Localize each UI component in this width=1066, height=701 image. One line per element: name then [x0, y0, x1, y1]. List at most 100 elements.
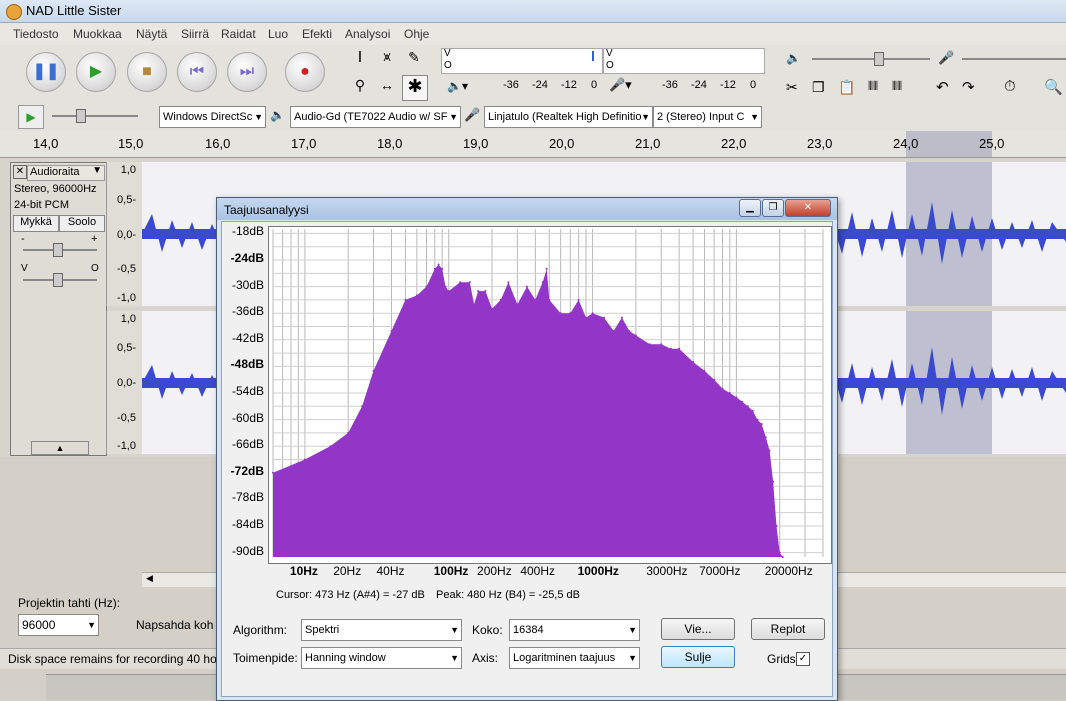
menu-analyze[interactable]: Analysoi: [345, 27, 390, 41]
gain-plus-label: +: [91, 233, 98, 245]
track-info-bits: 24-bit PCM: [14, 199, 70, 211]
menu-transport[interactable]: Siirrä: [181, 27, 209, 41]
ruler-label: 14,0: [33, 136, 59, 151]
envelope-tool-icon[interactable]: ⩙: [375, 49, 399, 71]
spectrum-point: [361, 405, 364, 408]
stop-button[interactable]: ■: [127, 52, 167, 92]
algorithm-select[interactable]: Spektri ▼: [301, 619, 462, 641]
track-collapse-button[interactable]: ▲: [31, 441, 89, 455]
close-button[interactable]: Sulje: [661, 646, 735, 668]
ruler-label: 24,0: [893, 136, 919, 151]
timeline-ruler[interactable]: 14,0 15,0 16,0 17,0 18,0 19,0 20,0 21,0 …: [0, 131, 1066, 158]
track-name-menu[interactable]: Audioraita ▼: [27, 165, 105, 181]
solo-button[interactable]: Soolo: [59, 215, 105, 232]
pan-slider-thumb[interactable]: [53, 273, 63, 287]
scale-label: 1,0: [120, 313, 136, 325]
sync-lock-icon[interactable]: ⏱: [1004, 78, 1016, 95]
input-device-select[interactable]: Linjatulo (Realtek High Definitio ▼: [484, 106, 653, 128]
axis-select[interactable]: Logaritminen taajuus ▼: [509, 647, 640, 669]
timeshift-tool-icon[interactable]: ↔: [375, 77, 399, 99]
toolbar: ❚❚ ▶ ■ ⏮ ⏭ ● I ⩙ ✎ ⚲ ↔ ✱ V O V O 🔈▾ -36 …: [0, 45, 1066, 131]
spectrum-point: [703, 369, 706, 372]
x-tick-label: 200Hz: [477, 564, 512, 578]
menu-effect[interactable]: Efekti: [302, 27, 332, 41]
pan-slider[interactable]: [23, 273, 97, 287]
input-volume-slider[interactable]: [962, 58, 1066, 60]
rec-meter-tick: -24: [691, 79, 707, 91]
spectrum-point: [772, 480, 775, 483]
redo-icon[interactable]: ↷: [962, 78, 975, 96]
spectrum-point: [441, 267, 444, 270]
size-select[interactable]: 16384 ▼: [509, 619, 640, 641]
paste-icon[interactable]: 📋: [838, 79, 855, 96]
gain-slider-thumb[interactable]: [53, 243, 63, 257]
menu-view[interactable]: Näytä: [136, 27, 167, 41]
ruler-label: 15,0: [118, 136, 144, 151]
track-close-button[interactable]: ✕: [13, 165, 27, 179]
copy-icon[interactable]: ❐: [812, 79, 825, 96]
spectrum-point: [415, 294, 418, 297]
play-speed-slider[interactable]: [52, 109, 138, 123]
snap-to-label: Napsahda koh: [136, 618, 214, 632]
play-speed-thumb[interactable]: [76, 109, 86, 123]
grids-checkbox[interactable]: ✓: [796, 652, 810, 666]
multi-tool-icon[interactable]: ✱: [402, 75, 428, 101]
menu-tracks[interactable]: Raidat: [221, 27, 256, 41]
ruler-label: 19,0: [463, 136, 489, 151]
menu-edit[interactable]: Muokkaa: [73, 27, 122, 41]
axis-label: Axis:: [472, 651, 499, 665]
play-button[interactable]: ▶: [76, 52, 116, 92]
audio-host-select[interactable]: Windows DirectSc ▼: [159, 106, 266, 128]
play-meter[interactable]: V O: [441, 48, 603, 74]
spectrum-point: [548, 298, 551, 301]
spectrum-point: [444, 285, 447, 288]
speaker-meter-icon[interactable]: 🔈▾: [447, 79, 468, 93]
replot-button[interactable]: Replot: [751, 618, 825, 640]
ruler-label: 18,0: [377, 136, 403, 151]
undo-icon[interactable]: ↶: [936, 78, 949, 96]
output-volume-thumb[interactable]: [874, 52, 884, 66]
selection-tool-icon[interactable]: I: [348, 49, 372, 71]
output-device-select[interactable]: Audio-Gd (TE7022 Audio w/ SF ▼: [290, 106, 461, 128]
spectrum-point: [721, 387, 724, 390]
project-rate-select[interactable]: 96000 ▼: [18, 614, 99, 636]
close-window-button[interactable]: ✕: [785, 199, 831, 217]
rec-meter-tick: -12: [720, 79, 736, 91]
skip-start-button[interactable]: ⏮: [177, 52, 217, 92]
menu-help[interactable]: Ohje: [404, 27, 429, 41]
y-tick-label: -72dB: [230, 463, 264, 478]
meter-level-marker: [592, 51, 594, 61]
zoom-in-icon[interactable]: 🔍: [1044, 78, 1063, 96]
skip-end-button[interactable]: ⏭: [227, 52, 267, 92]
pause-button[interactable]: ❚❚: [26, 52, 66, 92]
cut-icon[interactable]: ✂: [786, 79, 798, 96]
spectrum-plot[interactable]: [268, 226, 832, 564]
rec-meter[interactable]: V O: [603, 48, 765, 74]
trim-icon[interactable]: ⫴⫴: [868, 79, 878, 94]
spectrum-point: [577, 298, 580, 301]
export-button[interactable]: Vie...: [661, 618, 735, 640]
output-volume-slider[interactable]: [812, 52, 930, 66]
maximize-button[interactable]: ❐: [762, 199, 784, 217]
play-at-speed-button[interactable]: ▶: [18, 105, 44, 129]
record-button[interactable]: ●: [285, 52, 325, 92]
microphone-meter-icon[interactable]: 🎤▾: [609, 77, 632, 93]
mute-button[interactable]: Mykkä: [13, 215, 59, 232]
scroll-left-icon[interactable]: ◀: [146, 573, 153, 584]
function-select[interactable]: Hanning window ▼: [301, 647, 462, 669]
menu-file[interactable]: Tiedosto: [13, 27, 59, 41]
draw-tool-icon[interactable]: ✎: [402, 49, 426, 71]
zoom-tool-icon[interactable]: ⚲: [348, 77, 372, 99]
input-device-value: Linjatulo (Realtek High Definitio: [488, 111, 642, 123]
spectrum-point: [628, 329, 631, 332]
gain-slider[interactable]: [23, 243, 97, 257]
tools-grid: I ⩙ ✎ ⚲ ↔ ✱: [344, 47, 430, 101]
minimize-button[interactable]: ▁: [739, 199, 761, 217]
chevron-down-icon: ▼: [254, 112, 263, 122]
silence-icon[interactable]: ⫴⫴: [892, 79, 902, 94]
scale-label: -1,0: [117, 292, 136, 304]
scale-label: -0,5: [117, 412, 136, 424]
input-channels-value: 2 (Stereo) Input C: [657, 111, 745, 123]
input-channels-select[interactable]: 2 (Stereo) Input C ▼: [653, 106, 762, 128]
menu-generate[interactable]: Luo: [268, 27, 288, 41]
